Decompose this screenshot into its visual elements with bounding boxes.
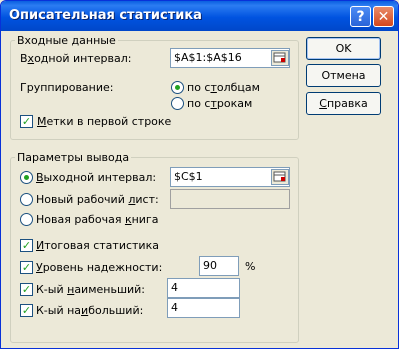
summary-stats-label[interactable]: Итоговая статистика	[36, 239, 159, 252]
output-range-label[interactable]: Выходной интервал:	[36, 171, 156, 184]
help-icon[interactable]: ?	[350, 6, 371, 27]
input-range-collapse-button[interactable]	[271, 50, 289, 66]
close-icon[interactable]: ✕	[373, 6, 394, 27]
new-sheet-label[interactable]: Новый рабочий лист:	[36, 193, 159, 206]
output-range-collapse-button[interactable]	[271, 169, 289, 185]
confidence-level-field[interactable]: 90	[199, 256, 239, 276]
new-book-radio[interactable]	[20, 213, 33, 226]
dialog-window: Описательная статистика ? ✕ Входные данн…	[0, 0, 399, 349]
labels-first-row-label[interactable]: Метки в первой строке	[37, 115, 171, 128]
new-sheet-field[interactable]	[170, 189, 290, 209]
kth-smallest-field[interactable]: 4	[167, 278, 240, 298]
by-rows-radio[interactable]	[171, 97, 184, 110]
by-columns-label[interactable]: по столбцам	[187, 81, 260, 94]
kth-largest-field[interactable]: 4	[167, 298, 240, 318]
window-title: Описательная статистика	[9, 8, 202, 23]
range-select-icon	[273, 171, 286, 182]
kth-largest-checkbox[interactable]: ✓	[20, 304, 33, 317]
input-range-label: Входной интервал:	[20, 52, 132, 65]
confidence-level-checkbox[interactable]: ✓	[20, 261, 33, 274]
summary-stats-checkbox[interactable]: ✓	[20, 239, 33, 252]
cancel-button[interactable]: Отмена	[306, 64, 381, 87]
title-bar[interactable]: Описательная статистика ? ✕	[1, 1, 398, 31]
grouping-label: Группирование:	[20, 81, 114, 94]
by-rows-label[interactable]: по строкам	[187, 97, 252, 110]
confidence-level-label[interactable]: Уровень надежности:	[36, 261, 162, 274]
output-group-legend: Параметры вывода	[17, 151, 130, 164]
new-sheet-radio[interactable]	[20, 193, 33, 206]
range-select-icon	[273, 52, 286, 63]
input-group-legend: Входные данные	[17, 34, 116, 47]
kth-smallest-label[interactable]: К-ый наименьший:	[36, 283, 145, 296]
output-range-radio[interactable]	[20, 171, 33, 184]
by-columns-radio[interactable]	[171, 81, 184, 94]
percent-label: %	[245, 260, 256, 273]
kth-smallest-checkbox[interactable]: ✓	[20, 283, 33, 296]
new-book-label[interactable]: Новая рабочая книга	[36, 213, 158, 226]
kth-largest-label[interactable]: К-ый наибольший:	[36, 304, 143, 317]
ok-button[interactable]: OK	[306, 37, 381, 60]
labels-first-row-checkbox[interactable]: ✓	[20, 115, 33, 128]
help-button[interactable]: Справка	[306, 92, 381, 115]
